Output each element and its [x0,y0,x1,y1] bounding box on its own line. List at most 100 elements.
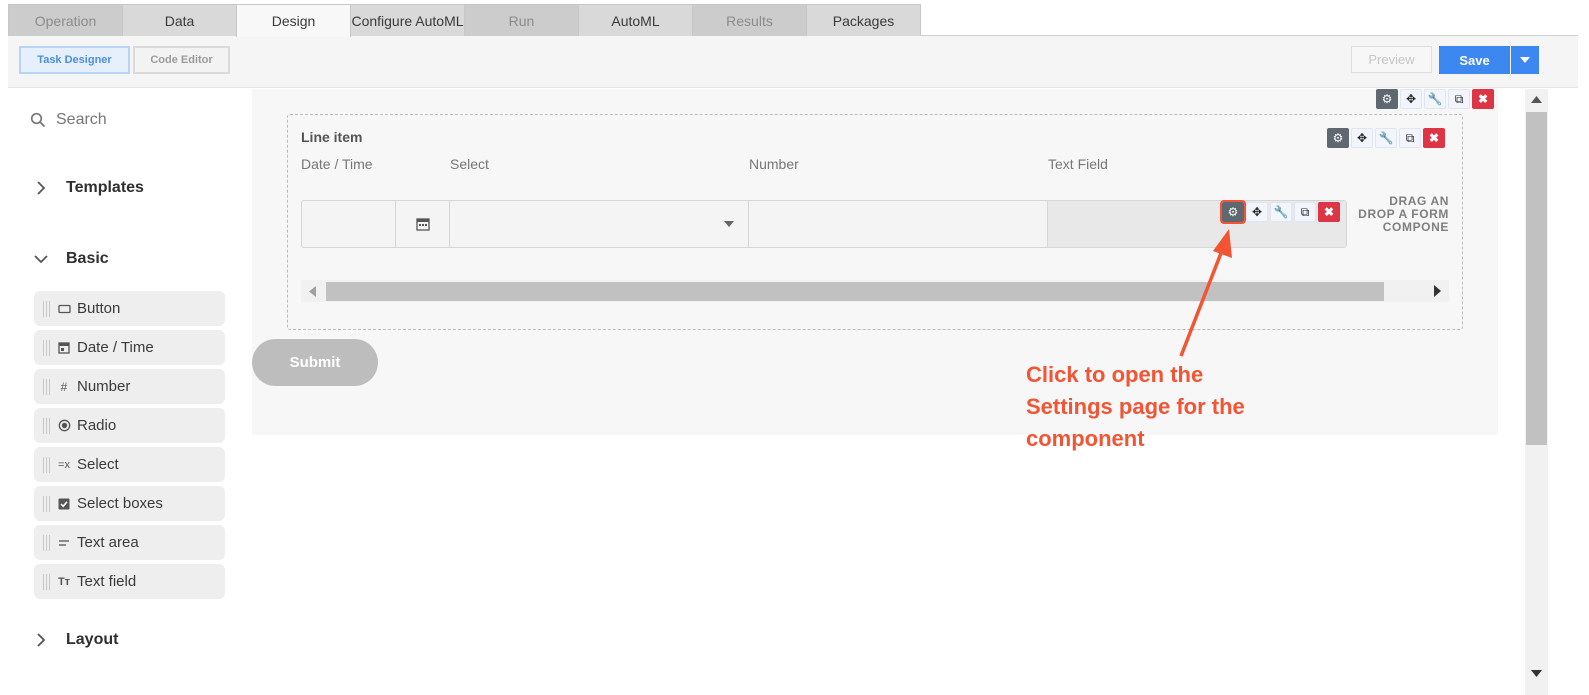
scroll-right-icon[interactable] [1434,285,1441,297]
component-text-field[interactable]: Tт Text field [34,564,225,599]
vertical-scroll-thumb[interactable] [1526,112,1547,445]
calendar-button[interactable] [396,201,450,247]
radio-icon [57,419,71,433]
copy-icon[interactable]: ⧉ [1448,89,1470,109]
component-select-boxes[interactable]: Select boxes [34,486,225,521]
chevron-right-icon [34,633,48,647]
move-icon[interactable]: ✥ [1351,128,1373,148]
component-label: Text area [77,534,139,551]
tab-run: Run [464,4,579,36]
section-layout-label: Layout [66,631,119,648]
gear-icon[interactable]: ⚙ [1327,128,1349,148]
component-search[interactable]: Search [30,111,107,129]
section-basic[interactable]: Basic [34,250,109,268]
drag-handle-icon[interactable] [43,456,51,473]
column-header-number: Number [749,156,799,172]
component-label: Select [77,456,119,473]
hash-icon: # [60,379,68,394]
checkbox-icon [57,497,71,511]
component-label: Number [77,378,131,395]
select-icon: =x [58,458,70,471]
tab-bar: Operation Data Design Configure AutoML R… [8,4,921,37]
component-radio[interactable]: Radio [34,408,225,443]
submit-button[interactable]: Submit [252,339,378,386]
tab-operation: Operation [8,4,123,36]
remove-icon[interactable]: ✖ [1472,89,1494,109]
tab-design[interactable]: Design [236,4,351,37]
designer-toolbar: Task Designer Code Editor Preview Save [8,36,1578,88]
tab-results: Results [692,4,807,36]
calendar-icon [415,218,430,231]
drag-handle-icon[interactable] [43,339,51,356]
move-icon[interactable]: ✥ [1246,202,1268,222]
code-editor-button[interactable]: Code Editor [133,46,230,74]
drag-handle-icon[interactable] [43,573,51,590]
line-item-row [301,200,1347,248]
column-header-select: Select [450,156,489,172]
calendar-icon [57,341,71,355]
component-label: Button [77,300,121,317]
component-date-time[interactable]: Date / Time [34,330,225,365]
component-select[interactable]: =x Select [34,447,225,482]
number-input[interactable] [749,201,1048,247]
component-number[interactable]: # Number [34,369,225,404]
section-layout[interactable]: Layout [34,631,118,649]
task-designer-button[interactable]: Task Designer [19,46,130,74]
tab-data[interactable]: Data [122,4,237,36]
component-label: Select boxes [77,495,163,512]
drag-handle-icon[interactable] [43,417,51,434]
component-text-area[interactable]: Text area [34,525,225,560]
component-toolbar-text-field: ⚙ ✥ 🔧 ⧉ ✖ [1220,200,1340,224]
drag-handle-icon[interactable] [43,378,51,395]
search-placeholder: Search [56,111,107,128]
chevron-right-icon [34,181,48,195]
button-icon [57,302,71,316]
remove-icon[interactable]: ✖ [1423,128,1445,148]
move-icon[interactable]: ✥ [1400,89,1422,109]
tab-configure-automl[interactable]: Configure AutoML [350,4,465,36]
chevron-down-icon [34,252,48,266]
component-label: Text field [77,573,137,590]
component-toolbar-line-item: ⚙ ✥ 🔧 ⧉ ✖ [1327,128,1445,148]
scroll-left-icon[interactable] [309,286,316,297]
save-options-dropdown[interactable] [1511,46,1539,74]
search-icon [30,112,46,128]
drag-handle-icon[interactable] [43,495,51,512]
wrench-icon[interactable]: 🔧 [1375,128,1397,148]
save-button[interactable]: Save [1439,46,1510,74]
drag-handle-icon[interactable] [43,300,51,317]
component-button[interactable]: Button [34,291,225,326]
select-dropdown[interactable] [450,201,749,247]
gear-icon[interactable]: ⚙ [1376,89,1398,109]
copy-icon[interactable]: ⧉ [1399,128,1421,148]
horizontal-scrollbar[interactable] [301,280,1449,302]
section-templates[interactable]: Templates [34,179,144,197]
chevron-down-icon [724,221,734,227]
scroll-up-icon[interactable] [1531,96,1542,103]
section-basic-label: Basic [66,250,109,267]
component-label: Date / Time [77,339,154,356]
textfield-icon: Tт [57,575,71,588]
textarea-icon [57,536,71,550]
horizontal-scroll-thumb[interactable] [326,282,1384,301]
preview-button[interactable]: Preview [1351,46,1432,73]
wrench-icon[interactable]: 🔧 [1270,202,1292,222]
component-label: Radio [77,417,117,434]
remove-icon[interactable]: ✖ [1318,202,1340,222]
copy-icon[interactable]: ⧉ [1294,202,1316,222]
column-header-text-field: Text Field [1048,156,1108,172]
column-header-date-time: Date / Time [301,156,373,172]
tab-automl[interactable]: AutoML [578,4,693,36]
wrench-icon[interactable]: 🔧 [1424,89,1446,109]
section-templates-label: Templates [66,179,144,196]
component-sidebar: Search Templates Basic Button Date / Tim… [8,89,244,695]
line-item-title: Line item [301,129,363,145]
tab-packages[interactable]: Packages [806,4,921,36]
scroll-down-icon[interactable] [1531,670,1542,677]
drag-handle-icon[interactable] [43,534,51,551]
annotation-text: Click to open the Settings page for the … [1026,362,1245,451]
vertical-scrollbar[interactable] [1525,89,1548,695]
gear-icon[interactable]: ⚙ [1220,200,1246,224]
drop-zone-hint: DRAG AN DROP A FORM COMPONE [1358,194,1449,234]
date-time-input[interactable] [302,201,396,247]
